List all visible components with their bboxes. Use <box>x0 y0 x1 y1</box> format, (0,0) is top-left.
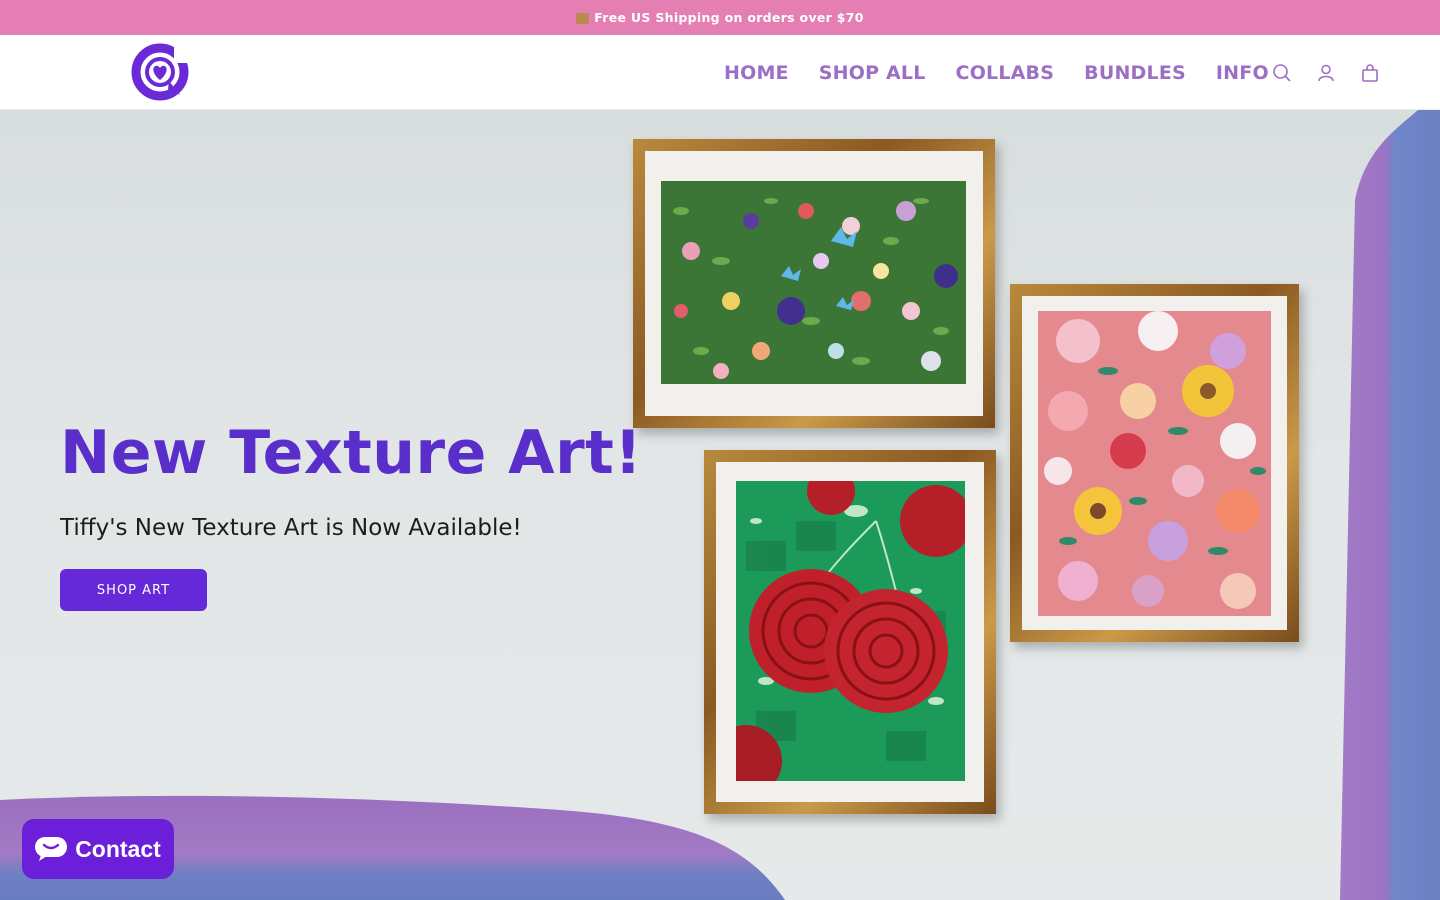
search-icon[interactable] <box>1270 61 1294 85</box>
chat-bubble-icon <box>35 837 68 861</box>
art-garden-painting <box>661 181 966 384</box>
hero-subtitle: Tiffy's New Texture Art is Now Available… <box>60 515 522 541</box>
announcement-text: Free US Shipping on orders over $70 <box>594 10 864 25</box>
framed-art-cherries[interactable] <box>704 450 996 814</box>
nav-info[interactable]: INFO <box>1216 62 1269 84</box>
account-icon[interactable] <box>1314 61 1338 85</box>
art-cherries-painting <box>736 481 965 781</box>
heart-chat-logo[interactable] <box>128 39 194 105</box>
main-nav: HOME SHOP ALL COLLABS BUNDLES INFO <box>724 35 1299 110</box>
cart-icon[interactable] <box>1358 61 1382 85</box>
contact-chat-button[interactable]: Contact <box>22 819 174 879</box>
announcement-bar: Free US Shipping on orders over $70 <box>0 0 1440 35</box>
header-actions <box>1270 35 1402 110</box>
site-header: HOME SHOP ALL COLLABS BUNDLES INFO <box>0 35 1440 110</box>
art-flowers-painting <box>1038 311 1271 616</box>
nav-home[interactable]: HOME <box>724 62 789 84</box>
framed-art-flowers[interactable] <box>1010 284 1299 642</box>
shop-art-button[interactable]: SHOP ART <box>60 569 207 611</box>
hero-banner: New Texture Art! Tiffy's New Texture Art… <box>0 110 1440 900</box>
framed-art-garden[interactable] <box>633 139 995 428</box>
hero-title: New Texture Art! <box>60 418 643 488</box>
nav-shop-all[interactable]: SHOP ALL <box>819 62 926 84</box>
nav-collabs[interactable]: COLLABS <box>956 62 1055 84</box>
nav-bundles[interactable]: BUNDLES <box>1084 62 1186 84</box>
contact-label: Contact <box>75 835 161 862</box>
package-icon <box>576 13 590 24</box>
